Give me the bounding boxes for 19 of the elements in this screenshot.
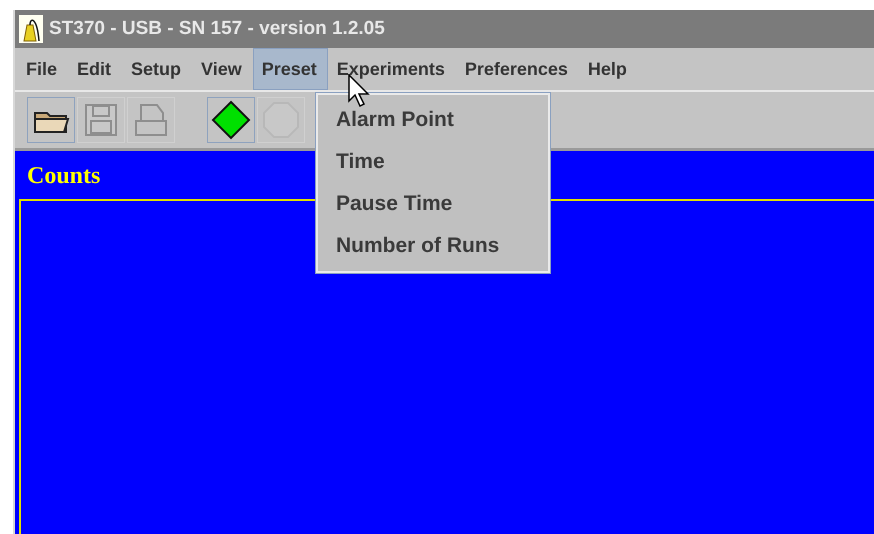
printer-icon: [133, 103, 169, 137]
toolbar-button[interactable]: [27, 97, 75, 143]
menu-item[interactable]: Preset: [252, 48, 328, 90]
window-title: ST370 - USB - SN 157 - version 1.2.05: [49, 18, 385, 40]
menu-item[interactable]: File: [17, 48, 68, 90]
menu-option[interactable]: Time: [318, 141, 548, 183]
menu-option[interactable]: Number of Runs: [318, 225, 548, 267]
menu-item[interactable]: Preferences: [456, 48, 579, 90]
menu-option[interactable]: Alarm Point: [318, 99, 548, 141]
menu-item[interactable]: Edit: [68, 48, 122, 90]
menu-item[interactable]: Help: [578, 48, 638, 90]
diamond-icon: [211, 100, 251, 140]
menu-item[interactable]: Setup: [122, 48, 192, 90]
app-logo-icon: [19, 15, 43, 43]
menu-item[interactable]: Experiments: [328, 48, 456, 90]
menu-item[interactable]: View: [192, 48, 253, 90]
menu-option[interactable]: Pause Time: [318, 183, 548, 225]
plot-title: Counts: [27, 162, 100, 191]
toolbar-button[interactable]: [207, 97, 255, 143]
